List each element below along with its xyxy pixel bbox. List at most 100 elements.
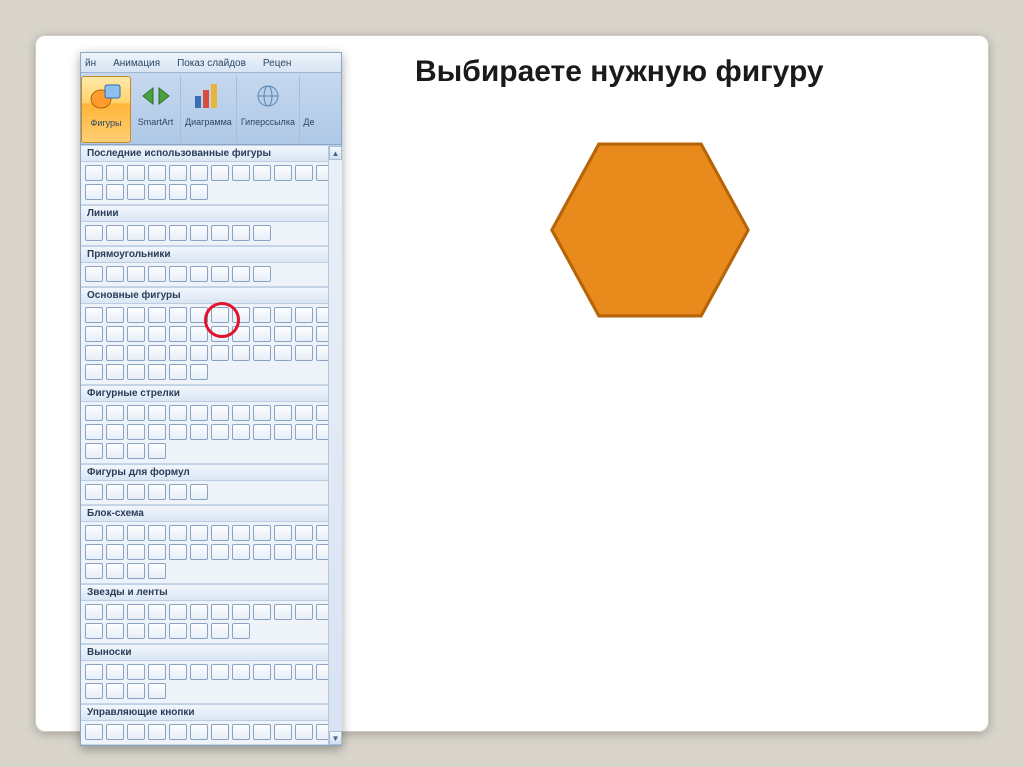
scroll-up-button[interactable]: ▲ (329, 146, 342, 160)
shape-item[interactable] (169, 345, 187, 361)
shape-item[interactable] (106, 544, 124, 560)
shape-item[interactable] (274, 544, 292, 560)
shape-item[interactable] (85, 664, 103, 680)
shape-item[interactable] (169, 724, 187, 740)
shape-item[interactable] (211, 664, 229, 680)
shape-item[interactable] (127, 683, 145, 699)
shape-item[interactable] (190, 623, 208, 639)
shape-item[interactable] (127, 345, 145, 361)
shape-item[interactable] (127, 724, 145, 740)
shape-item[interactable] (211, 623, 229, 639)
shape-item[interactable] (148, 184, 166, 200)
shape-item[interactable] (190, 225, 208, 241)
shape-item[interactable] (211, 225, 229, 241)
shape-item[interactable] (148, 484, 166, 500)
shape-item[interactable] (274, 424, 292, 440)
shape-item[interactable] (127, 225, 145, 241)
shape-item[interactable] (85, 345, 103, 361)
shape-item[interactable] (148, 225, 166, 241)
tab-design-cut[interactable]: йн (83, 54, 104, 72)
shape-item[interactable] (169, 604, 187, 620)
shape-item[interactable] (190, 604, 208, 620)
shape-item[interactable] (169, 225, 187, 241)
shape-item[interactable] (211, 604, 229, 620)
shape-item[interactable] (106, 345, 124, 361)
shape-item[interactable] (190, 364, 208, 380)
shape-item[interactable] (85, 724, 103, 740)
shape-item[interactable] (148, 364, 166, 380)
shape-item[interactable] (211, 307, 229, 323)
shape-item[interactable] (85, 364, 103, 380)
tab-review-cut[interactable]: Рецен (255, 54, 300, 72)
shape-item[interactable] (106, 266, 124, 282)
shape-item[interactable] (85, 443, 103, 459)
shape-item[interactable] (148, 544, 166, 560)
shape-item[interactable] (253, 307, 271, 323)
shape-item[interactable] (148, 266, 166, 282)
shape-item[interactable] (274, 724, 292, 740)
shape-item[interactable] (232, 424, 250, 440)
shape-item[interactable] (148, 623, 166, 639)
shape-item[interactable] (190, 326, 208, 342)
shape-item[interactable] (190, 266, 208, 282)
shape-item[interactable] (127, 484, 145, 500)
shape-item[interactable] (232, 544, 250, 560)
shape-item[interactable] (253, 724, 271, 740)
action-button-cut[interactable]: Де (300, 76, 318, 143)
shape-item[interactable] (127, 664, 145, 680)
shape-item[interactable] (232, 604, 250, 620)
shape-item[interactable] (106, 326, 124, 342)
shape-item[interactable] (169, 544, 187, 560)
shape-item[interactable] (253, 525, 271, 541)
shape-item[interactable] (211, 424, 229, 440)
panel-scrollbar[interactable]: ▲ ▼ (328, 146, 342, 745)
shape-item[interactable] (85, 424, 103, 440)
shape-item[interactable] (232, 307, 250, 323)
shape-item[interactable] (148, 604, 166, 620)
shape-item[interactable] (169, 405, 187, 421)
shape-item[interactable] (148, 443, 166, 459)
shape-item[interactable] (295, 544, 313, 560)
shape-item[interactable] (211, 345, 229, 361)
shape-item[interactable] (85, 525, 103, 541)
shape-item[interactable] (190, 184, 208, 200)
shape-item[interactable] (148, 165, 166, 181)
shape-item[interactable] (127, 266, 145, 282)
shapes-button[interactable]: Фигуры (81, 76, 131, 143)
shape-item[interactable] (211, 165, 229, 181)
shape-item[interactable] (190, 525, 208, 541)
tab-slideshow[interactable]: Показ слайдов (169, 54, 254, 72)
shape-item[interactable] (169, 165, 187, 181)
shape-item[interactable] (169, 184, 187, 200)
shape-item[interactable] (232, 724, 250, 740)
shape-item[interactable] (232, 345, 250, 361)
shape-item[interactable] (127, 525, 145, 541)
shape-item[interactable] (190, 345, 208, 361)
shape-item[interactable] (295, 604, 313, 620)
shape-item[interactable] (232, 165, 250, 181)
shape-item[interactable] (85, 184, 103, 200)
shape-item[interactable] (232, 525, 250, 541)
shape-item[interactable] (106, 184, 124, 200)
shape-item[interactable] (274, 326, 292, 342)
shape-item[interactable] (190, 307, 208, 323)
shape-item[interactable] (106, 623, 124, 639)
shape-item[interactable] (232, 326, 250, 342)
shape-item[interactable] (211, 544, 229, 560)
chart-button[interactable]: Диаграмма (181, 76, 237, 143)
shape-item[interactable] (274, 525, 292, 541)
shape-item[interactable] (232, 623, 250, 639)
tab-animation[interactable]: Анимация (105, 54, 168, 72)
shape-item[interactable] (253, 544, 271, 560)
shape-item[interactable] (148, 345, 166, 361)
shape-item[interactable] (85, 604, 103, 620)
shape-item[interactable] (169, 525, 187, 541)
shape-item[interactable] (106, 225, 124, 241)
shape-item[interactable] (253, 225, 271, 241)
shape-item[interactable] (106, 443, 124, 459)
shape-item[interactable] (148, 405, 166, 421)
shape-item[interactable] (148, 664, 166, 680)
shape-item[interactable] (232, 405, 250, 421)
shape-item[interactable] (274, 664, 292, 680)
shape-item[interactable] (85, 326, 103, 342)
